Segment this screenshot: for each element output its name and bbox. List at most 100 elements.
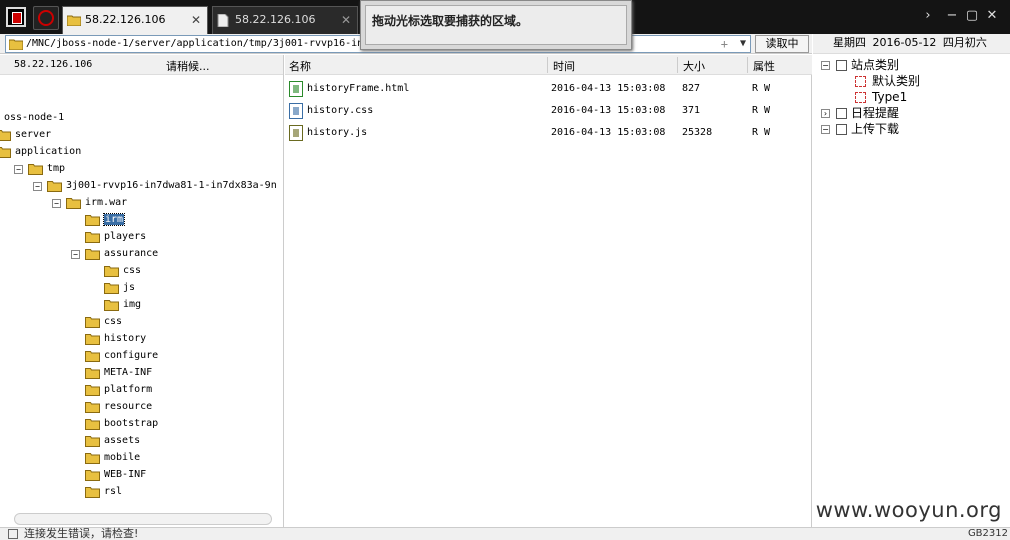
column-header-name[interactable]: 名称 [289, 58, 311, 74]
tree-node[interactable]: META-INF [71, 365, 152, 381]
column-divider[interactable] [747, 57, 748, 73]
file-list-header: 名称 时间 大小 属性 [285, 55, 812, 75]
date-display: 星期四 2016-05-12 四月初六 [813, 34, 1010, 54]
collapse-icon[interactable]: › [821, 109, 830, 118]
column-header-attr[interactable]: 属性 [753, 58, 775, 74]
tree-node[interactable]: bootstrap [71, 416, 158, 432]
site-tree-label: Type1 [872, 90, 908, 104]
tree-node-label: server [15, 129, 52, 140]
folder-icon [0, 130, 11, 141]
tree-node-label: 3j001-rvvp16-in7dwa81-1-in7dx83a-9n [66, 180, 277, 191]
tree-node[interactable]: oss-node-1 [4, 110, 64, 126]
column-header-size[interactable]: 大小 [683, 58, 705, 74]
file-row[interactable]: history.js 2016-04-13 15:03:08 25328 R W [285, 122, 812, 144]
collapse-icon[interactable]: − [33, 181, 42, 191]
tree-node-label: mobile [104, 452, 141, 463]
folder-icon [85, 215, 100, 226]
read-button[interactable]: 读取中 [755, 35, 809, 53]
tree-node-label: platform [104, 384, 153, 395]
tree-node[interactable]: rsl [71, 484, 122, 500]
site-tree-node[interactable]: 默认类别 [855, 73, 920, 89]
tree-node[interactable]: configure [71, 348, 158, 364]
file-row[interactable]: historyFrame.html 2016-04-13 15:03:08 827 R… [285, 78, 812, 100]
maximize-icon[interactable]: ▢ [964, 8, 980, 24]
site-tree-node[interactable]: − 上传下载 [821, 121, 899, 137]
folder-icon [9, 39, 23, 50]
site-tree-node[interactable]: − 站点类别 [821, 57, 899, 73]
tree-node[interactable]: application [0, 144, 81, 160]
tab-session-2[interactable]: 58.22.126.106 ✕ [212, 6, 358, 34]
column-divider[interactable] [677, 57, 678, 73]
tree-node[interactable]: − tmp [14, 161, 65, 177]
encoding-indicator[interactable]: GB2312 [968, 528, 1008, 540]
folder-icon [104, 266, 119, 277]
tree-node[interactable]: history [71, 331, 146, 347]
server-ip: 58.22.126.106 [14, 59, 93, 70]
tree-node[interactable]: resource [71, 399, 152, 415]
tree-node[interactable]: assets [71, 433, 140, 449]
tree-node[interactable]: mobile [71, 450, 140, 466]
tree-node[interactable]: server [0, 127, 51, 143]
close-tab-icon[interactable]: ✕ [341, 7, 351, 33]
tree-node-label: js [123, 282, 136, 293]
column-header-time[interactable]: 时间 [553, 58, 575, 74]
tree-node-label: img [123, 299, 142, 310]
column-divider[interactable] [547, 57, 548, 73]
js-file-icon [289, 125, 303, 141]
file-name: history.css [307, 105, 374, 116]
site-tree-label: 默认类别 [872, 74, 921, 88]
tree-node-label: css [123, 265, 142, 276]
tree-node[interactable]: − 3j001-rvvp16-in7dwa81-1-in7dx83a-9n [33, 178, 277, 194]
app-logo-icon[interactable] [6, 7, 26, 27]
tree-node[interactable]: − irm.war [52, 195, 127, 211]
file-attr: R W [752, 105, 771, 116]
chevron-right-icon[interactable]: › [920, 8, 936, 24]
directory-tree-panel: 58.22.126.106 请稍候... oss-node-1 server app… [0, 55, 284, 527]
tree-node[interactable]: css [71, 314, 122, 330]
tree-node-label: irm [102, 213, 126, 226]
file-list: 名称 时间 大小 属性 historyFrame.html 2016-04-13 … [285, 55, 812, 527]
site-tree-node[interactable]: Type1 [855, 89, 907, 105]
tree-node[interactable]: players [71, 229, 146, 245]
collapse-icon[interactable]: − [821, 61, 830, 70]
tree-node[interactable]: platform [71, 382, 152, 398]
folder-icon [85, 334, 100, 345]
document-icon [217, 14, 229, 27]
tree-node-label: history [104, 333, 147, 344]
minimize-icon[interactable]: − [944, 8, 960, 24]
site-tree-node[interactable]: › 日程提醒 [821, 105, 899, 121]
tree-node[interactable]: img [90, 297, 141, 313]
folder-icon [85, 368, 100, 379]
close-tab-icon[interactable]: ✕ [191, 7, 201, 33]
status-icon [8, 529, 18, 539]
tree-node[interactable]: irm [71, 212, 126, 228]
folder-icon [104, 283, 119, 294]
chevron-down-icon[interactable]: ▼ [740, 36, 746, 52]
tree-node-label: META-INF [104, 367, 153, 378]
tree-node[interactable]: js [90, 280, 135, 296]
status-message: 连接发生错误，请检查! [24, 527, 139, 540]
collapse-icon[interactable]: − [52, 198, 61, 208]
tree-node-label: bootstrap [104, 418, 159, 429]
close-window-icon[interactable]: ✕ [984, 8, 1000, 24]
horizontal-scrollbar[interactable] [14, 513, 272, 525]
tree-node[interactable]: − assurance [71, 246, 158, 262]
new-session-button[interactable] [33, 6, 59, 30]
tree-node[interactable]: WEB-INF [71, 467, 146, 483]
tree-node[interactable]: css [90, 263, 141, 279]
folder-icon [0, 147, 11, 158]
folder-icon [47, 181, 62, 192]
collapse-icon[interactable]: − [71, 249, 80, 259]
collapse-icon[interactable]: − [14, 164, 23, 174]
folder-icon [85, 232, 100, 243]
site-tree-label: 上传下载 [851, 122, 900, 136]
folder-icon [85, 402, 100, 413]
category-icon [836, 60, 847, 71]
tab-session-1[interactable]: 58.22.126.106 ✕ [62, 6, 208, 34]
folder-icon [85, 419, 100, 430]
file-row[interactable]: history.css 2016-04-13 15:03:08 371 R W [285, 100, 812, 122]
tree-node-label: rsl [104, 486, 123, 497]
collapse-icon[interactable]: − [821, 125, 830, 134]
plus-icon[interactable]: + [721, 36, 728, 52]
css-file-icon [289, 103, 303, 119]
